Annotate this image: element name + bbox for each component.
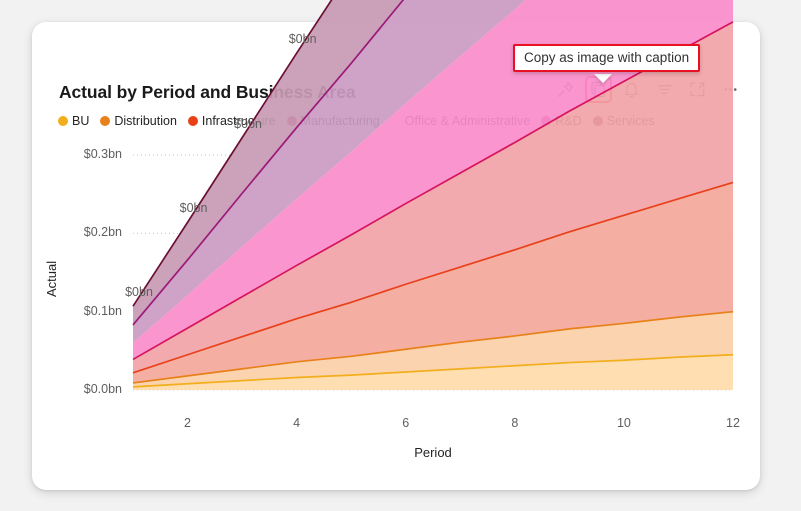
chart-legend: BU Distribution Infrastructure Manufacturin… <box>58 114 655 128</box>
tooltip: Copy as image with caption <box>513 44 701 72</box>
legend-item[interactable]: Distribution <box>100 114 177 128</box>
legend-item-label: Infrastructure <box>201 114 276 128</box>
visual-header-icons <box>556 76 740 103</box>
legend-item-label: R&D <box>555 114 582 128</box>
legend-color-swatch <box>58 116 68 126</box>
legend-color-swatch <box>391 116 401 126</box>
legend-item[interactable]: Services <box>592 114 655 128</box>
legend-item-label: BU <box>72 114 90 128</box>
more-options-icon[interactable] <box>721 80 740 99</box>
tooltip-arrow <box>594 74 612 83</box>
legend-item[interactable]: BU <box>58 114 89 128</box>
legend-color-swatch <box>286 116 297 126</box>
legend-item[interactable]: Manufacturing <box>286 114 380 128</box>
legend-item-label: Distribution <box>114 114 177 128</box>
legend-item-label: Services <box>606 114 655 128</box>
legend-item[interactable]: R&D <box>541 114 582 128</box>
legend-item[interactable]: Office & Administrative <box>391 114 531 128</box>
legend-color-swatch <box>100 116 111 126</box>
visual-card: Actual by Period and Business Area BU Dis… <box>32 22 760 490</box>
bell-icon[interactable] <box>622 80 641 99</box>
legend-item[interactable]: Infrastructure <box>187 114 276 128</box>
legend-item-label: Office & Administrative <box>404 114 531 128</box>
legend-item-label: Manufacturing <box>300 114 380 128</box>
legend-color-swatch <box>187 116 198 126</box>
legend-color-swatch <box>592 116 603 126</box>
legend-color-swatch <box>541 116 552 126</box>
focus-mode-icon[interactable] <box>688 80 707 99</box>
filter-icon[interactable] <box>655 80 674 99</box>
page-title: Actual by Period and Business Area <box>59 82 356 102</box>
pin-icon[interactable] <box>556 80 575 99</box>
